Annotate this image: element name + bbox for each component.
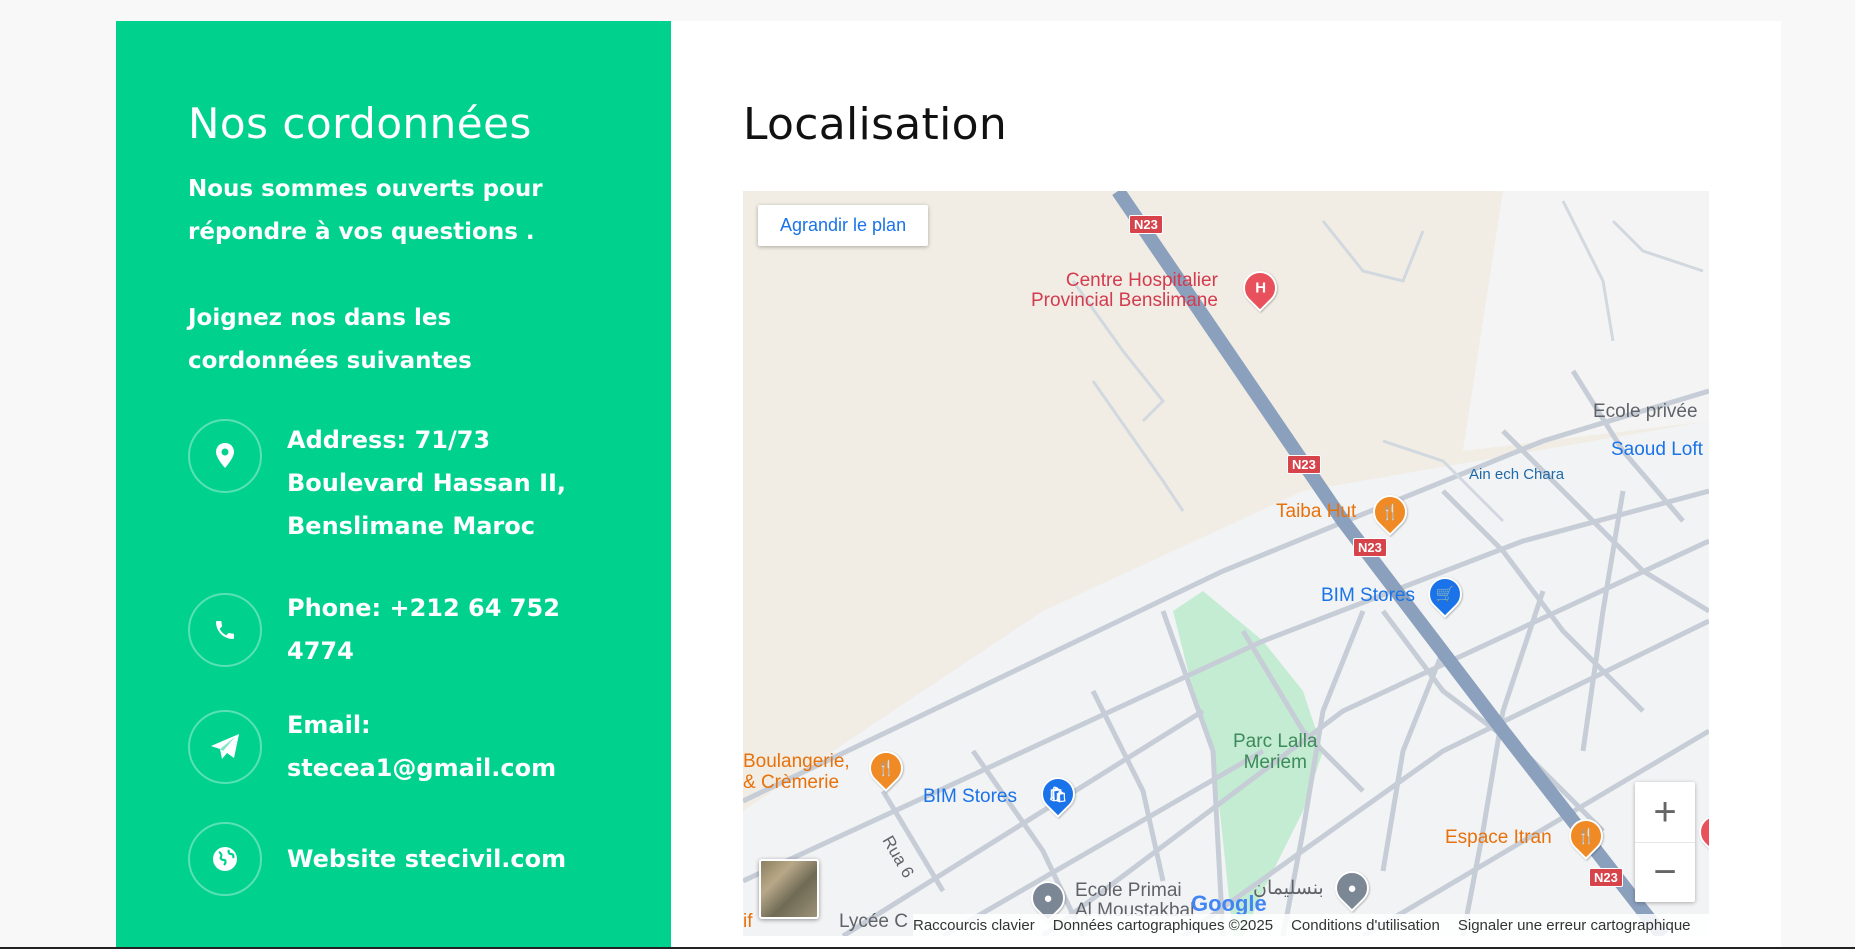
phone-row: Phone: +212 64 752 4774 bbox=[188, 587, 617, 673]
phone-icon bbox=[188, 593, 262, 667]
globe-icon bbox=[188, 822, 262, 896]
contact-panel: Nos cordonnées Nous sommes ouverts pour … bbox=[116, 21, 671, 949]
website-row: Website stecivil.com bbox=[188, 822, 617, 896]
poi-cut-label[interactable]: if bbox=[743, 911, 753, 933]
enlarge-map-button[interactable]: Agrandir le plan bbox=[758, 205, 929, 246]
zoom-controls: + − bbox=[1635, 782, 1695, 902]
poi-boulangerie-label[interactable]: Boulangerie, & Crèmerie bbox=[743, 751, 850, 793]
map-canvas bbox=[743, 191, 1709, 936]
satellite-toggle[interactable] bbox=[759, 859, 819, 919]
poi-hospital-label[interactable]: Centre Hospitalier Provincial Benslimane bbox=[1031, 271, 1218, 311]
contact-intro: Nous sommes ouverts pour répondre à vos … bbox=[188, 168, 599, 383]
email-text: Email: stecea1@gmail.com bbox=[287, 704, 617, 790]
google-logo-text: Google bbox=[1191, 891, 1267, 916]
zoom-in-button[interactable]: + bbox=[1635, 782, 1695, 842]
poi-taiba-label[interactable]: Taiba Hut bbox=[1276, 501, 1356, 523]
map-footer: Raccourcis clavier Données cartographiqu… bbox=[913, 914, 1709, 936]
intro-text-2: Joignez nos dans les cordonnées suivante… bbox=[188, 305, 472, 374]
poi-bim-label[interactable]: BIM Stores bbox=[1321, 585, 1415, 607]
map-panel: Localisation Agrandir le plan N23 N23 N2… bbox=[671, 21, 1781, 949]
google-map[interactable]: Agrandir le plan N23 N23 N23 N23 Centre … bbox=[743, 191, 1709, 936]
address-text: Address: 71/73 Boulevard Hassan II, Bens… bbox=[287, 426, 567, 540]
map-title: Localisation bbox=[743, 99, 1008, 150]
intro-text-1: Nous sommes ouverts pour répondre à vos … bbox=[188, 176, 543, 245]
phone-label: Phone: bbox=[287, 594, 390, 622]
terms-link[interactable]: Conditions d'utilisation bbox=[1291, 917, 1440, 934]
email-label: Email: bbox=[287, 711, 371, 739]
poi-saoud-label[interactable]: Saoud Loft bbox=[1611, 439, 1703, 461]
map-pin-icon bbox=[188, 419, 262, 493]
contact-title: Nos cordonnées bbox=[188, 99, 532, 148]
road-shield: N23 bbox=[1287, 455, 1321, 474]
poi-parc-label[interactable]: Parc Lalla Meriem bbox=[1233, 731, 1318, 773]
road-shield: N23 bbox=[1129, 215, 1163, 234]
address-row: Address: 71/73 Boulevard Hassan II, Bens… bbox=[188, 419, 617, 548]
email-row: Email: stecea1@gmail.com bbox=[188, 704, 617, 790]
website-text: Website stecivil.com bbox=[287, 838, 617, 881]
website-link[interactable]: stecivil.com bbox=[405, 845, 566, 873]
contact-section: Nos cordonnées Nous sommes ouverts pour … bbox=[116, 21, 1781, 949]
paper-plane-icon bbox=[188, 710, 262, 784]
poi-ecole-privee-label[interactable]: Ecole privée bbox=[1593, 401, 1698, 423]
poi-espace-label[interactable]: Espace Itran bbox=[1445, 827, 1552, 849]
poi-bim2-label[interactable]: BIM Stores bbox=[923, 786, 1017, 808]
phone-text: Phone: +212 64 752 4774 bbox=[287, 587, 617, 673]
email-address[interactable]: stecea1@gmail.com bbox=[287, 754, 556, 782]
poi-ain-label: Ain ech Chara bbox=[1469, 466, 1565, 483]
zoom-out-button[interactable]: − bbox=[1635, 842, 1695, 902]
keyboard-shortcuts-link[interactable]: Raccourcis clavier bbox=[913, 917, 1035, 934]
map-data-text: Données cartographiques ©2025 bbox=[1052, 916, 1274, 934]
road-shield: N23 bbox=[1589, 868, 1623, 887]
report-error-link[interactable]: Signaler une erreur cartographique bbox=[1458, 917, 1691, 934]
road-shield: N23 bbox=[1353, 538, 1387, 557]
website-label: Website bbox=[287, 844, 405, 873]
poi-lycee-label[interactable]: Lycée C bbox=[839, 911, 908, 933]
